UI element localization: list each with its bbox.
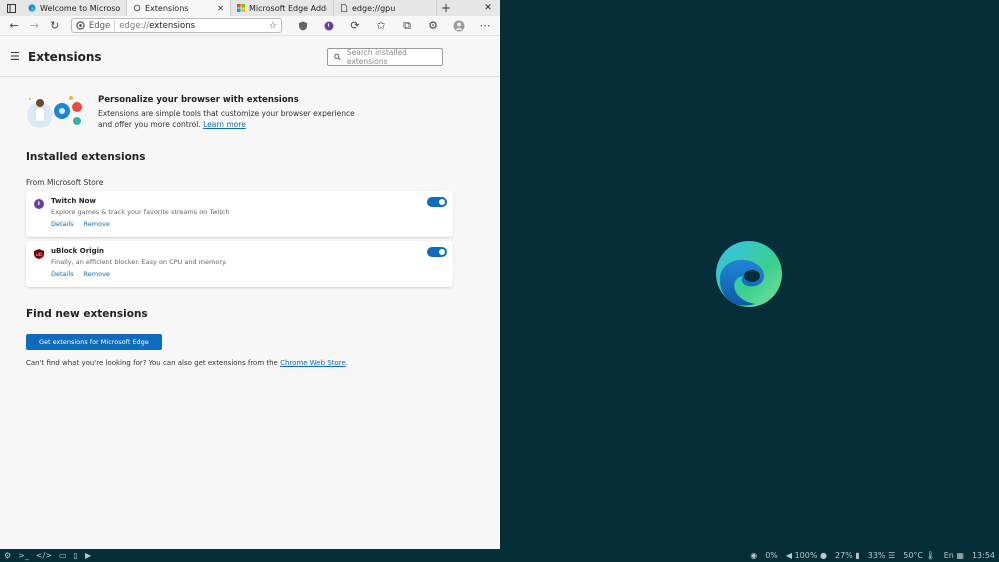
browser-window: Welcome to Microsoft Edge Extensions ✕ M… [0, 0, 500, 549]
promo-description: Extensions are simple tools that customi… [98, 109, 355, 129]
window-close-icon[interactable]: ✕ [476, 0, 500, 16]
workspace-icon[interactable]: ▯ [74, 551, 78, 560]
system-taskbar: ⚙ >_ </> ▭ ▯ ▶ ◉ 0% ◀ 100% ● 27% ▮ 33% ☰… [0, 549, 999, 562]
twitch-now-icon [34, 199, 44, 209]
window-icon[interactable]: ▭ [59, 551, 67, 560]
enable-toggle[interactable] [427, 197, 447, 207]
learn-more-link[interactable]: Learn more [203, 120, 246, 129]
ublock-origin-icon: uO [34, 249, 44, 259]
cpu-status: 27% ▮ [835, 551, 860, 560]
temperature-status: 50°C 🌡 [903, 551, 936, 560]
find-extensions-heading: Find new extensions [26, 308, 148, 320]
address-site-label: Edge [88, 20, 111, 31]
address-url: edge://extensions [119, 20, 196, 31]
sync-icon[interactable]: ⟳ [344, 17, 366, 35]
tab-title: Extensions [145, 3, 189, 13]
promo-title: Personalize your browser with extensions [98, 95, 299, 105]
edge-logo-icon [716, 241, 782, 307]
search-installed-input[interactable]: Search installed extensions [327, 47, 443, 66]
app-menu-icon[interactable]: ⚙ [4, 551, 11, 560]
tab-title: Welcome to Microsoft Edge [40, 3, 120, 13]
store-source-label: From Microsoft Store [26, 178, 104, 187]
address-bar[interactable]: Edge edge://extensions ☆ [70, 18, 282, 33]
extensions-favicon-icon [133, 4, 141, 12]
extensions-icon[interactable]: ⚙ [422, 17, 444, 35]
code-icon[interactable]: </> [36, 551, 52, 560]
hamburger-menu-icon[interactable]: ☰ [10, 50, 20, 63]
memory-status: 33% ☰ [867, 551, 896, 560]
edge-logo-icon [76, 21, 85, 30]
new-tab-button[interactable]: + [437, 0, 455, 16]
enable-toggle[interactable] [427, 247, 447, 257]
extension-card-ublock: uO uBlock Origin Finally, an efficient b… [26, 241, 453, 287]
extension-card-twitch: Twitch Now Explore games & track your fa… [26, 191, 453, 237]
profile-avatar-icon[interactable] [448, 17, 470, 35]
collections-icon[interactable]: ⧉ [396, 17, 418, 35]
back-arrow-icon[interactable]: ← [4, 17, 24, 35]
tab-actions-icon[interactable] [0, 0, 22, 16]
audio-status[interactable]: ◀ 100% ● [786, 551, 827, 560]
cpu-icon: ▮ [855, 551, 860, 560]
tab-title: edge://gpu [352, 3, 396, 13]
extension-description: Explore games & track your favorite stre… [51, 208, 230, 216]
remove-link[interactable]: Remove [84, 220, 110, 228]
promo-illustration [27, 96, 82, 128]
installed-extensions-heading: Installed extensions [26, 151, 146, 163]
browser-toolbar: ← → ↻ Edge edge://extensions ☆ ⟳ ✩ ⧉ ⚙ ⋯ [0, 16, 500, 36]
visibility-icon[interactable]: ◉ [750, 551, 757, 560]
keyboard-icon: ▦ [956, 551, 964, 560]
tab-addons[interactable]: Microsoft Edge Add-ons [231, 0, 334, 16]
more-menu-icon[interactable]: ⋯ [474, 17, 496, 35]
address-divider [114, 20, 116, 31]
tab-extensions[interactable]: Extensions ✕ [127, 0, 231, 16]
twitch-toolbar-icon[interactable] [318, 17, 340, 35]
tab-title: Microsoft Edge Add-ons [249, 3, 327, 13]
chrome-web-store-link[interactable]: Chrome Web Store [280, 359, 346, 367]
get-extensions-button[interactable]: Get extensions for Microsoft Edge [26, 334, 162, 350]
search-placeholder: Search installed extensions [346, 47, 407, 66]
tab-close-icon[interactable]: ✕ [213, 4, 224, 13]
favorite-add-icon[interactable]: ☆ [269, 21, 277, 31]
memory-icon: ☰ [888, 551, 896, 560]
page-favicon-icon [341, 4, 348, 12]
video-icon[interactable]: ▶ [85, 551, 91, 560]
details-link[interactable]: Details [51, 220, 74, 228]
microsoft-favicon-icon [237, 4, 245, 12]
edge-favicon-icon [28, 4, 36, 12]
clock: 13:54 [971, 551, 995, 560]
terminal-icon[interactable]: >_ [18, 551, 29, 560]
favorites-icon[interactable]: ✩ [370, 17, 392, 35]
extension-description: Finally, an efficient blocker. Easy on C… [51, 258, 227, 266]
extension-name: uBlock Origin [51, 247, 104, 255]
tab-welcome[interactable]: Welcome to Microsoft Edge [22, 0, 127, 16]
extensions-page: ☰ Extensions Search installed extensions [0, 37, 500, 549]
page-title: Extensions [28, 49, 102, 64]
details-link[interactable]: Details [51, 270, 74, 278]
search-icon [334, 53, 341, 60]
tab-strip: Welcome to Microsoft Edge Extensions ✕ M… [0, 0, 500, 16]
microphone-icon: ● [820, 551, 827, 560]
svg-text:uO: uO [36, 252, 42, 257]
volume-status: 0% [765, 551, 778, 560]
refresh-icon[interactable]: ↻ [45, 17, 65, 35]
page-header: ☰ Extensions Search installed extensions [0, 37, 500, 77]
tab-gpu[interactable]: edge://gpu [334, 0, 437, 16]
ublock-toolbar-icon[interactable] [292, 17, 314, 35]
speaker-icon: ◀ [785, 551, 793, 560]
promo-banner: Personalize your browser with extensions… [26, 93, 474, 133]
extension-name: Twitch Now [51, 197, 96, 205]
chrome-store-note: Can't find what you're looking for? You … [26, 359, 349, 367]
forward-arrow-icon[interactable]: → [24, 17, 44, 35]
remove-link[interactable]: Remove [84, 270, 110, 278]
thermometer-icon: 🌡 [925, 551, 936, 560]
language-indicator[interactable]: En ▦ [944, 551, 964, 560]
